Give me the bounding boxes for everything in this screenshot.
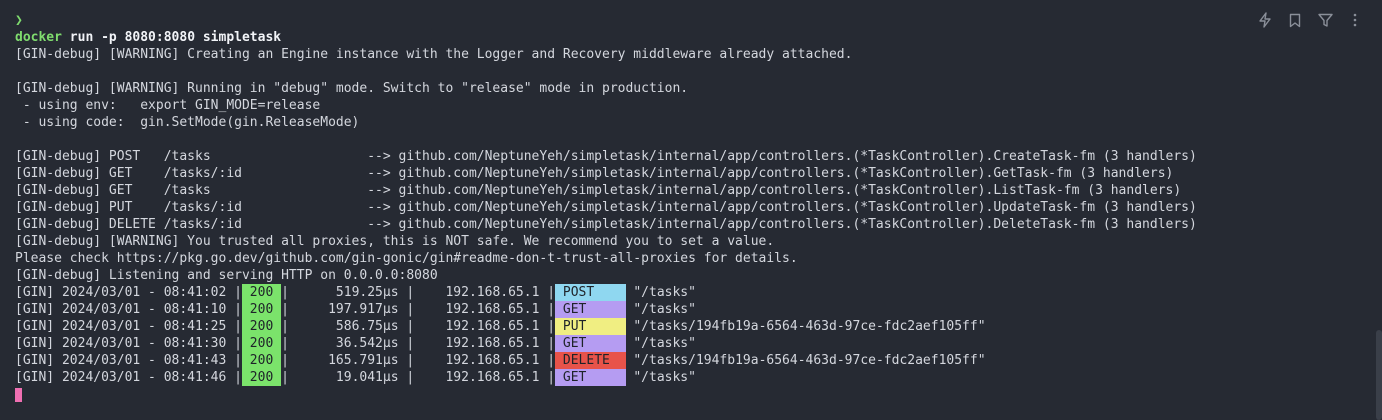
command-binary: docker <box>15 30 62 45</box>
request-log-row: [GIN] 2024/03/01 - 08:41:10 | 200 | 197.… <box>15 301 696 318</box>
using-code-hint: - using code: gin.SetMode(gin.ReleaseMod… <box>15 115 360 130</box>
listening-line: [GIN-debug] Listening and serving HTTP o… <box>15 268 438 283</box>
warning-proxies: [GIN-debug] [WARNING] You trusted all pr… <box>15 234 775 249</box>
command-line: docker run -p 8080:8080 simpletask <box>15 29 1197 46</box>
status-badge: 200 <box>241 318 282 335</box>
warning-debug-mode: [GIN-debug] [WARNING] Running in "debug"… <box>15 81 689 96</box>
method-badge: DELETE <box>555 352 626 369</box>
method-badge: GET <box>555 301 626 318</box>
prompt-line: ❯ <box>15 12 1197 29</box>
request-log-row: [GIN] 2024/03/01 - 08:41:25 | 200 | 586.… <box>15 318 986 335</box>
terminal-output: ❯ docker run -p 8080:8080 simpletask [GI… <box>15 12 1197 403</box>
status-badge: 200 <box>241 352 282 369</box>
using-env-hint: - using env: export GIN_MODE=release <box>15 98 321 113</box>
terminal-cursor[interactable] <box>15 388 22 402</box>
status-badge: 200 <box>241 335 282 352</box>
filter-icon[interactable] <box>1316 11 1334 29</box>
method-badge: PUT <box>555 318 626 335</box>
request-log-row: [GIN] 2024/03/01 - 08:41:46 | 200 | 19.0… <box>15 369 696 386</box>
cursor-line <box>15 386 1197 403</box>
status-badge: 200 <box>241 301 282 318</box>
request-log-row: [GIN] 2024/03/01 - 08:41:43 | 200 | 165.… <box>15 352 986 369</box>
proxies-details: Please check https://pkg.go.dev/github.c… <box>15 251 798 266</box>
warning-engine: [GIN-debug] [WARNING] Creating an Engine… <box>15 47 853 62</box>
scrollbar[interactable] <box>1376 330 1382 420</box>
request-log-row: [GIN] 2024/03/01 - 08:41:02 | 200 | 519.… <box>15 284 696 301</box>
method-badge: GET <box>555 335 626 352</box>
route-line: [GIN-debug] GET /tasks/:id --> github.co… <box>15 166 1174 181</box>
status-badge: 200 <box>241 369 282 386</box>
prompt-chevron-icon: ❯ <box>15 13 23 28</box>
more-vertical-icon[interactable] <box>1346 11 1364 29</box>
request-log-row: [GIN] 2024/03/01 - 08:41:30 | 200 | 36.5… <box>15 335 696 352</box>
method-badge: POST <box>555 284 626 301</box>
command-args: run -p 8080:8080 simpletask <box>61 30 282 45</box>
route-line: [GIN-debug] GET /tasks --> github.com/Ne… <box>15 183 1182 198</box>
status-badge: 200 <box>241 284 282 301</box>
method-badge: GET <box>555 369 626 386</box>
bookmark-icon[interactable] <box>1286 11 1304 29</box>
route-line: [GIN-debug] PUT /tasks/:id --> github.co… <box>15 200 1197 215</box>
route-line: [GIN-debug] DELETE /tasks/:id --> github… <box>15 217 1197 232</box>
lightning-icon[interactable] <box>1256 11 1274 29</box>
route-line: [GIN-debug] POST /tasks --> github.com/N… <box>15 149 1197 164</box>
block-toolbar <box>1256 11 1364 29</box>
